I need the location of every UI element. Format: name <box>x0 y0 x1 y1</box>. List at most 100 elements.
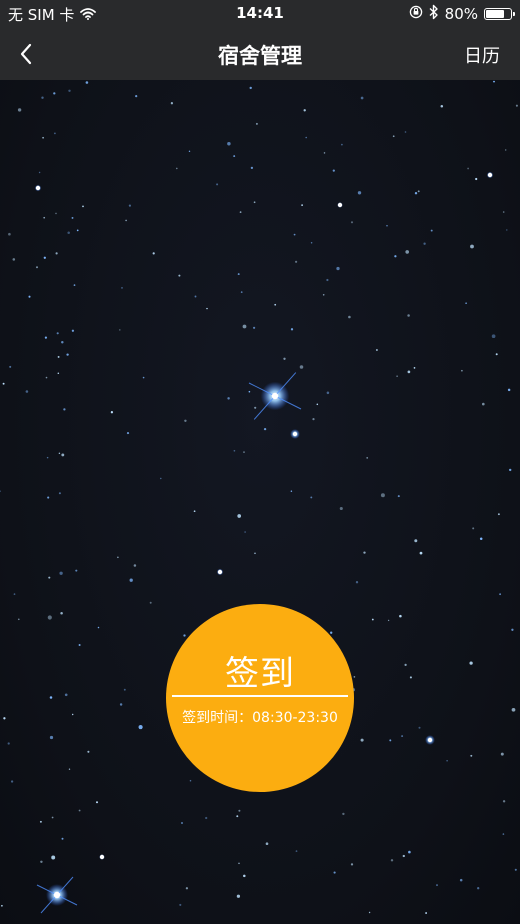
star <box>430 229 433 232</box>
star <box>499 593 501 596</box>
star <box>205 816 208 820</box>
star <box>350 863 354 866</box>
star <box>342 812 345 816</box>
battery-fill <box>486 10 505 18</box>
battery-icon <box>484 8 515 20</box>
star <box>38 171 41 174</box>
star <box>51 855 56 860</box>
star <box>254 406 257 409</box>
star <box>138 725 143 730</box>
star <box>392 135 395 138</box>
star <box>336 266 340 271</box>
bright-star <box>337 202 343 208</box>
star <box>254 552 256 555</box>
star <box>290 328 294 331</box>
star <box>249 86 252 90</box>
star <box>425 912 428 914</box>
star <box>459 878 463 882</box>
checkin-button[interactable]: 签到 签到时间：08:30-23:30 <box>166 604 354 792</box>
calendar-button[interactable]: 日历 <box>464 42 500 68</box>
star <box>149 601 152 604</box>
star <box>45 376 48 379</box>
star <box>8 232 11 236</box>
star <box>341 143 343 146</box>
star <box>348 315 351 319</box>
star <box>495 353 498 356</box>
star <box>401 735 404 738</box>
star <box>387 619 390 622</box>
star <box>255 122 258 125</box>
star <box>339 506 343 511</box>
star <box>477 887 480 890</box>
star <box>125 219 127 222</box>
star <box>12 258 16 261</box>
star <box>312 418 315 421</box>
star <box>323 152 326 154</box>
star <box>128 204 131 207</box>
star <box>355 581 359 584</box>
star <box>51 816 54 819</box>
star <box>250 166 254 170</box>
star <box>238 809 241 812</box>
star <box>179 903 182 906</box>
star <box>237 273 240 276</box>
star <box>514 868 517 871</box>
bright-star <box>486 171 494 179</box>
star <box>39 820 42 823</box>
star <box>64 693 68 697</box>
bright-star <box>36 876 78 914</box>
star <box>360 96 364 100</box>
star <box>380 493 385 498</box>
star <box>194 295 197 298</box>
star <box>61 453 65 457</box>
checkin-divider <box>172 695 348 697</box>
star <box>17 108 22 112</box>
starfield <box>0 80 518 914</box>
star <box>175 167 178 170</box>
star <box>461 369 463 372</box>
star <box>40 860 43 864</box>
star <box>25 390 29 393</box>
star <box>236 815 239 818</box>
star <box>95 801 99 804</box>
star <box>366 457 369 459</box>
star <box>183 634 186 637</box>
star <box>472 527 475 530</box>
star <box>58 492 61 495</box>
star <box>206 307 208 310</box>
star <box>44 336 48 339</box>
star <box>110 411 114 414</box>
star <box>28 295 31 298</box>
star <box>117 556 119 559</box>
bright-star <box>290 429 300 439</box>
bright-star <box>248 372 302 420</box>
star <box>239 211 242 213</box>
star <box>78 643 81 647</box>
star <box>467 167 469 170</box>
star <box>71 216 74 219</box>
star <box>475 177 478 181</box>
star <box>56 332 59 335</box>
star <box>233 155 236 158</box>
star <box>42 136 44 139</box>
star <box>470 244 474 249</box>
star <box>61 340 64 344</box>
star <box>399 614 402 618</box>
star <box>326 391 330 395</box>
star <box>87 750 90 753</box>
star <box>85 81 89 84</box>
star <box>48 576 51 579</box>
star <box>248 390 251 393</box>
star <box>293 233 296 236</box>
star <box>368 911 371 914</box>
star <box>479 537 483 541</box>
star <box>240 291 243 293</box>
star <box>142 376 145 379</box>
star <box>283 357 286 360</box>
star <box>1 904 3 907</box>
star <box>440 105 444 108</box>
star <box>497 513 500 516</box>
star <box>10 780 14 783</box>
star <box>242 324 247 329</box>
star <box>397 495 400 498</box>
